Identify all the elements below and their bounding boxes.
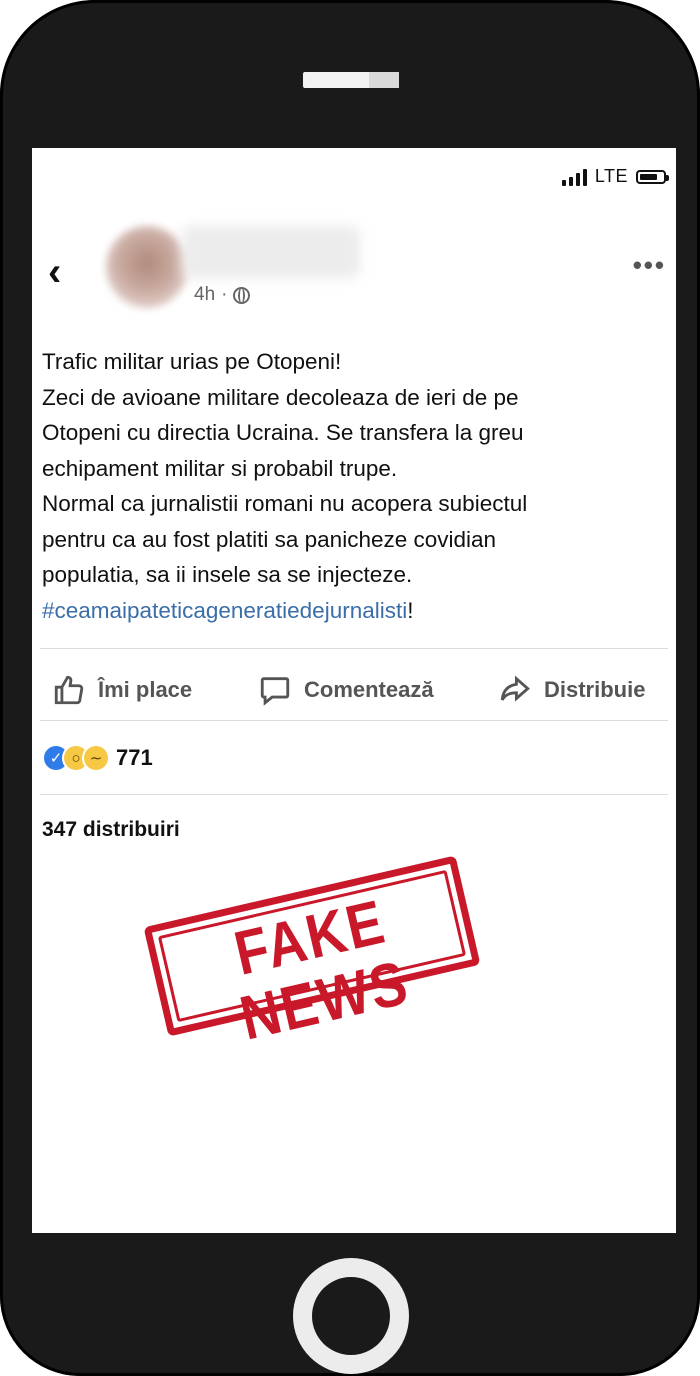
share-label: Distribuie — [544, 677, 646, 702]
back-button[interactable]: ‹ — [48, 252, 61, 292]
home-button[interactable] — [293, 1258, 409, 1374]
hashtag-link[interactable]: #ceamaipateticageneratiedejurnalisti — [42, 598, 407, 623]
stamp-text: FAKE NEWS — [228, 887, 416, 1054]
post-line: Normal ca jurnalistii romani nu acopera … — [42, 491, 528, 516]
post-line: populatia, sa ii insele sa se injecteze. — [42, 562, 413, 587]
divider — [40, 648, 668, 649]
globe-icon — [233, 286, 251, 304]
comment-icon — [260, 677, 290, 706]
status-bar: LTE — [561, 166, 669, 187]
phone-screen: LTE ‹ 4h · ••• Trafic militar urias pe O… — [32, 148, 676, 1233]
shares-count[interactable]: 347 distribuiri — [42, 818, 180, 842]
phone-frame: LTE ‹ 4h · ••• Trafic militar urias pe O… — [0, 0, 700, 1376]
share-icon — [500, 675, 530, 702]
sad-reaction-icon: ∼ — [82, 744, 110, 772]
divider — [40, 720, 668, 721]
network-type: LTE — [594, 166, 628, 186]
reaction-count: 771 — [116, 745, 153, 770]
like-label: Îmi place — [98, 677, 193, 702]
post-line: Zeci de avioane militare decoleaza de ie… — [42, 384, 519, 410]
post-line: echipament militar si probabil trupe. — [42, 455, 398, 481]
like-button[interactable]: Îmi place — [52, 673, 192, 707]
hashtag-suffix: ! — [407, 597, 414, 623]
battery-icon — [636, 169, 669, 184]
post-line: pentru ca au fost platiti sa panicheze c… — [42, 526, 497, 552]
comment-label: Comentează — [304, 677, 434, 702]
hashtag-line: #ceamaipateticageneratiedejurnalisti! — [42, 593, 662, 629]
fake-news-stamp: FAKE NEWS — [143, 855, 481, 1053]
post-meta: 4h · — [194, 284, 251, 306]
thumbs-up-icon — [54, 675, 84, 705]
meta-separator: · — [221, 284, 228, 305]
more-options-icon[interactable]: ••• — [633, 250, 666, 281]
comment-button[interactable]: Comentează — [258, 673, 434, 707]
post-text: Trafic militar urias pe Otopeni! Zeci de… — [42, 344, 662, 628]
phone-speaker — [303, 72, 399, 88]
author-name-blurred[interactable] — [182, 226, 360, 278]
share-button[interactable]: Distribuie — [498, 673, 645, 707]
post-line: Trafic militar urias pe Otopeni! — [42, 349, 342, 374]
post-time[interactable]: 4h — [194, 284, 215, 306]
signal-icon — [561, 168, 587, 186]
action-bar: Îmi place Comentează Distribuie — [32, 668, 676, 712]
avatar[interactable] — [106, 226, 188, 308]
post-line: Otopeni cu directia Ucraina. Se transfer… — [42, 420, 524, 445]
divider — [40, 794, 668, 795]
reactions-summary[interactable]: ✓ ○ ∼ 771 — [42, 744, 153, 772]
